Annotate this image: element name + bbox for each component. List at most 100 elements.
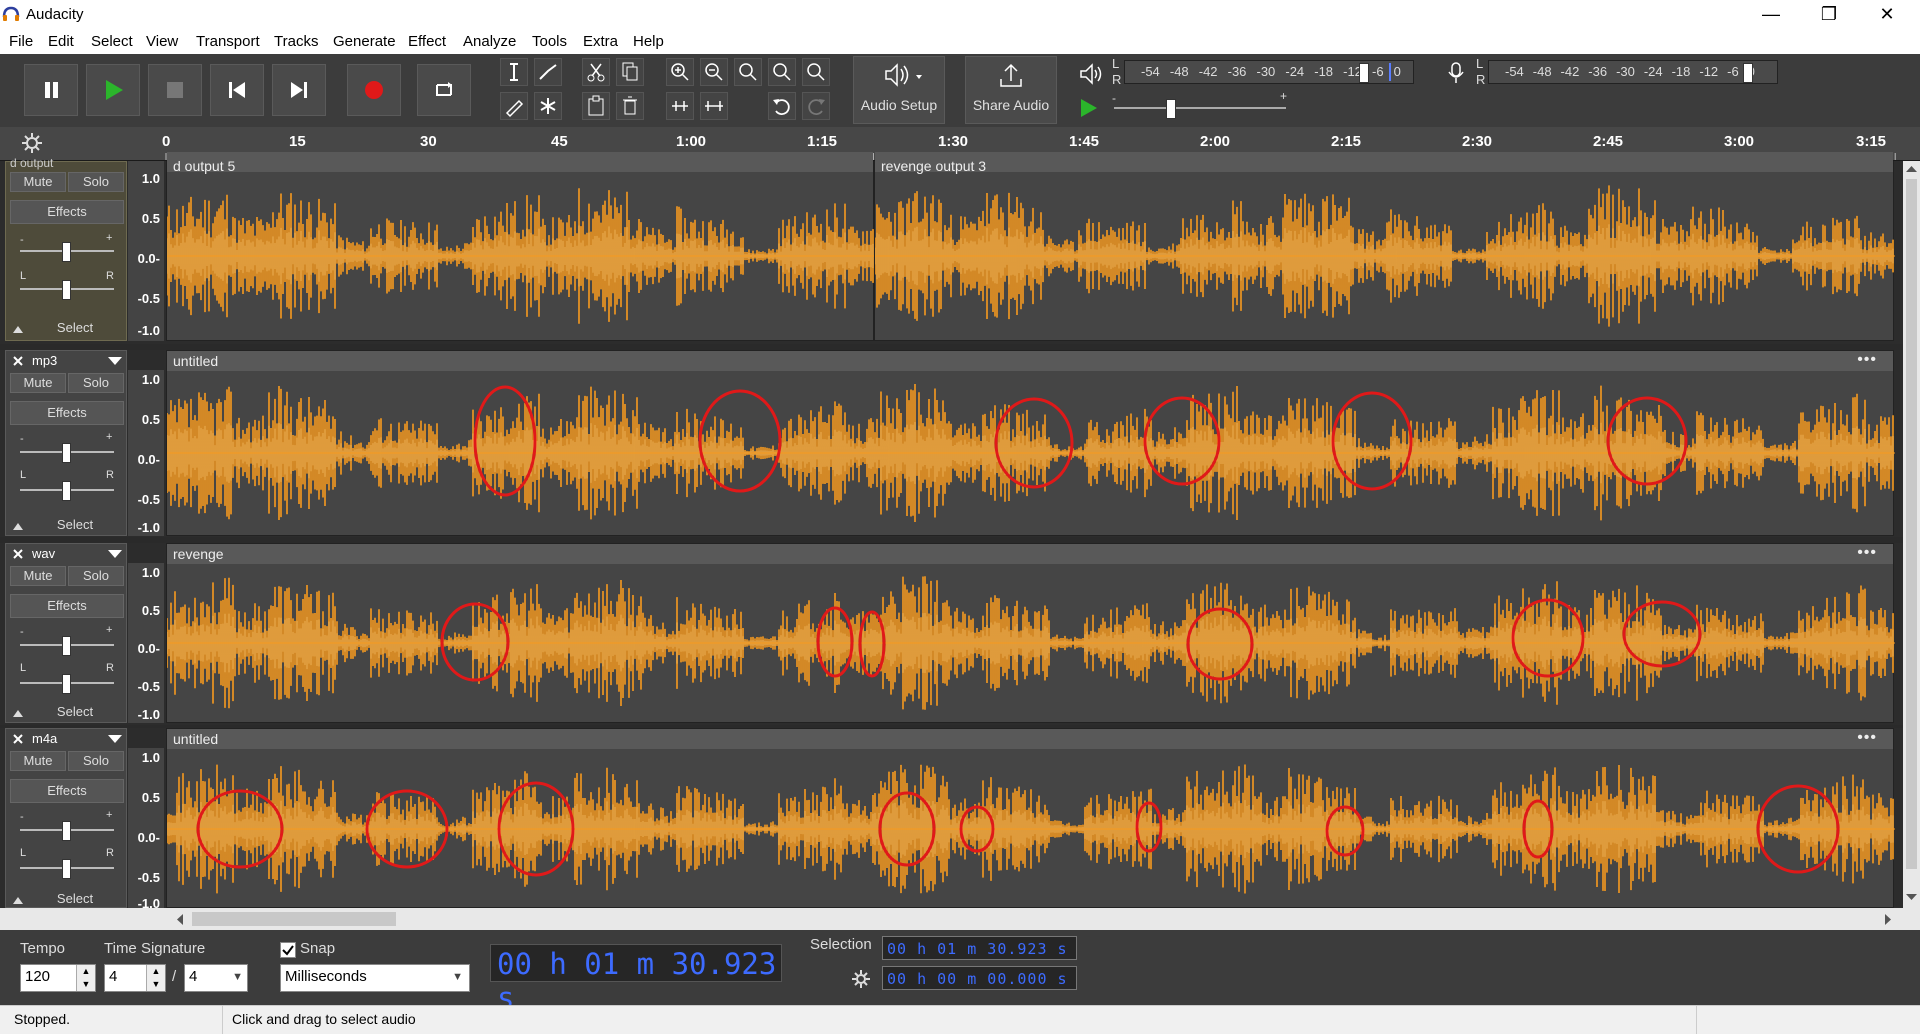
record-button[interactable]	[347, 64, 401, 116]
clip-header[interactable]: untitled •••	[167, 729, 1893, 749]
chevron-down-icon[interactable]: ▼	[452, 965, 463, 989]
select-button[interactable]: Select	[30, 704, 120, 722]
chevron-down-icon[interactable]: ▼	[232, 965, 243, 989]
clip-header[interactable]: d output 5	[167, 152, 873, 174]
pan-slider[interactable]	[20, 280, 114, 300]
collapse-icon[interactable]	[12, 708, 24, 718]
track-name[interactable]: mp3	[32, 353, 57, 368]
track-control-panel[interactable]: m4a Mute Solo Effects - + L R Select	[5, 728, 127, 908]
track-control-panel[interactable]: wav Mute Solo Effects - + L R Select	[5, 543, 127, 723]
track-menu-chevron-icon[interactable]	[108, 357, 122, 365]
stop-button[interactable]	[148, 64, 202, 116]
close-button[interactable]: ✕	[1858, 0, 1916, 30]
playback-meter[interactable]: -54 -48 -42 -36 -30 -24 -18 -12 -6 0	[1124, 60, 1414, 84]
track-menu-chevron-icon[interactable]	[108, 550, 122, 558]
audio-clip[interactable]: revenge output 3	[874, 152, 1895, 341]
menu-help[interactable]: Help	[633, 33, 664, 50]
menu-effect[interactable]: Effect	[408, 33, 446, 50]
menu-analyze[interactable]: Analyze	[463, 33, 516, 50]
audio-clip[interactable]: untitled •••	[166, 350, 1895, 536]
time-signature-denominator[interactable]: 4 ▼	[184, 964, 248, 992]
recording-meter[interactable]: -54 -48 -42 -36 -30 -24 -18 -12 -6 0	[1488, 60, 1778, 84]
mute-button[interactable]: Mute	[10, 373, 66, 393]
menu-edit[interactable]: Edit	[48, 33, 74, 50]
track-control-panel[interactable]: mp3 Mute Solo Effects - + L R Select	[5, 350, 127, 536]
audio-setup-button[interactable]: Audio Setup	[853, 56, 945, 124]
selection-start-field[interactable]: 00 h 01 m 30.923 s	[882, 936, 1077, 960]
menu-view[interactable]: View	[146, 33, 178, 50]
collapse-icon[interactable]	[12, 521, 24, 531]
silence-button[interactable]	[700, 92, 728, 120]
tempo-input[interactable]: 120 ▲ ▼	[20, 964, 96, 992]
amplitude-scale[interactable]: 1.0 0.5 0.0- -0.5 -1.0	[128, 161, 164, 341]
track-control-panel[interactable]: d output Mute Solo Effects - + L R Selec…	[5, 156, 127, 341]
menu-select[interactable]: Select	[91, 33, 133, 50]
amplitude-scale[interactable]: 1.0 0.5 0.0- -0.5 -1.0	[128, 563, 164, 723]
selection-tool-button[interactable]	[500, 58, 528, 86]
collapse-icon[interactable]	[12, 324, 24, 334]
pan-slider[interactable]	[20, 481, 114, 501]
scroll-right-icon[interactable]	[1884, 914, 1892, 925]
timesig-spinner[interactable]: ▲ ▼	[146, 965, 165, 991]
menu-generate[interactable]: Generate	[333, 33, 396, 50]
scroll-down-icon[interactable]	[1906, 893, 1917, 901]
amplitude-scale[interactable]: 1.0 0.5 0.0- -0.5 -1.0	[128, 370, 164, 536]
trim-outside-button[interactable]	[666, 92, 694, 120]
effects-button[interactable]: Effects	[10, 401, 124, 425]
select-button[interactable]: Select	[30, 891, 120, 909]
menu-tracks[interactable]: Tracks	[274, 33, 318, 50]
undo-button[interactable]	[768, 92, 796, 120]
skip-to-end-button[interactable]	[272, 64, 326, 116]
restore-button[interactable]: ❐	[1800, 0, 1858, 30]
mute-button[interactable]: Mute	[10, 172, 66, 192]
gain-slider[interactable]	[20, 443, 114, 463]
clip-header[interactable]: revenge output 3	[875, 152, 1893, 174]
select-button[interactable]: Select	[30, 517, 120, 535]
effects-button[interactable]: Effects	[10, 779, 124, 803]
envelope-tool-button[interactable]	[534, 58, 562, 86]
close-track-icon[interactable]	[12, 355, 24, 367]
menu-tools[interactable]: Tools	[532, 33, 567, 50]
audio-clip[interactable]: untitled •••	[166, 728, 1895, 908]
snap-checkbox[interactable]	[280, 942, 296, 958]
audio-clip[interactable]: d output 5	[166, 152, 875, 341]
solo-button[interactable]: Solo	[68, 566, 124, 586]
horizontal-scroll-thumb[interactable]	[192, 912, 396, 926]
clip-menu-icon[interactable]: •••	[1857, 729, 1877, 747]
minimize-button[interactable]: —	[1742, 0, 1800, 30]
collapse-icon[interactable]	[12, 895, 24, 905]
copy-button[interactable]	[616, 58, 644, 86]
gain-slider[interactable]	[20, 242, 114, 262]
zoom-toggle-button[interactable]	[802, 58, 830, 86]
zoom-in-button[interactable]	[666, 58, 694, 86]
track-name[interactable]: wav	[32, 546, 55, 561]
loop-button[interactable]	[417, 64, 471, 116]
clip-menu-icon[interactable]: •••	[1857, 544, 1877, 562]
scroll-left-icon[interactable]	[176, 914, 184, 925]
zoom-out-button[interactable]	[700, 58, 728, 86]
effects-button[interactable]: Effects	[10, 200, 124, 224]
selection-end-field[interactable]: 00 h 00 m 00.000 s	[882, 966, 1077, 990]
track-name[interactable]: m4a	[32, 731, 57, 746]
solo-button[interactable]: Solo	[68, 172, 124, 192]
tempo-spinner[interactable]: ▲ ▼	[76, 965, 95, 991]
horizontal-scrollbar[interactable]	[0, 908, 1920, 930]
gain-slider[interactable]	[20, 636, 114, 656]
clip-menu-icon[interactable]: •••	[1857, 351, 1877, 369]
pan-slider[interactable]	[20, 674, 114, 694]
fit-project-button[interactable]	[768, 58, 796, 86]
cut-button[interactable]	[582, 58, 610, 86]
redo-button[interactable]	[802, 92, 830, 120]
close-track-icon[interactable]	[12, 548, 24, 560]
pause-button[interactable]	[24, 64, 78, 116]
draw-tool-button[interactable]	[500, 92, 528, 120]
paste-button[interactable]	[582, 92, 610, 120]
gain-slider[interactable]	[20, 821, 114, 841]
mute-button[interactable]: Mute	[10, 566, 66, 586]
share-audio-button[interactable]: Share Audio	[965, 56, 1057, 124]
play-button[interactable]	[86, 64, 140, 116]
clip-header[interactable]: revenge •••	[167, 544, 1893, 564]
mute-button[interactable]: Mute	[10, 751, 66, 771]
multi-tool-button[interactable]	[534, 92, 562, 120]
solo-button[interactable]: Solo	[68, 373, 124, 393]
